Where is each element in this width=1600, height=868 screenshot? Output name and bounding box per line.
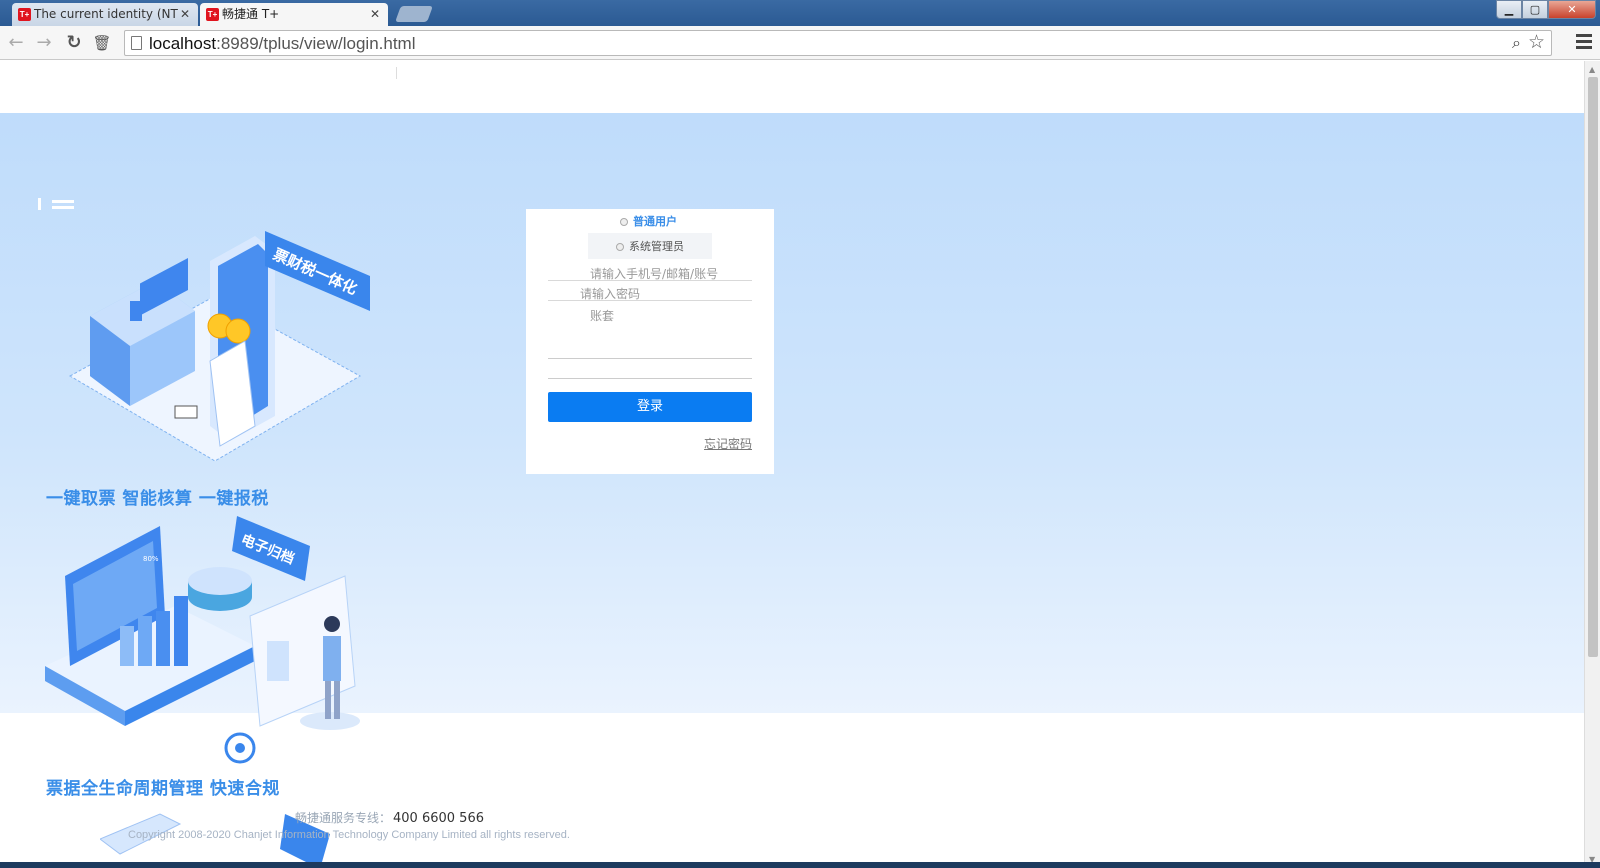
account-input[interactable]: 请输入手机号/邮箱/账号 xyxy=(548,265,752,281)
tab-identity[interactable]: T+ The current identity (NT ✕ xyxy=(12,3,198,26)
tab-tplus[interactable]: T+ 畅捷通 T+ ✕ xyxy=(200,3,388,26)
account-book-select[interactable]: 账套 xyxy=(548,307,752,359)
role-admin-radio[interactable]: 系统管理员 xyxy=(588,233,712,259)
address-bar[interactable]: localhost:8989/tplus/view/login.html ⌕ ☆ xyxy=(124,30,1552,56)
login-card: 普通用户 系统管理员 请输入手机号/邮箱/账号 请输入密码 账套 登录 忘记密码 xyxy=(526,209,774,474)
footer-copyright: Copyright 2008-2020 Chanjet Information … xyxy=(128,829,570,841)
os-taskbar xyxy=(0,862,1600,868)
menu-icon[interactable] xyxy=(1576,34,1592,52)
hotline-number: 400 6600 566 xyxy=(393,811,484,826)
bookmark-star-icon[interactable]: ☆ xyxy=(1528,31,1545,53)
chart-percent-label: 80% xyxy=(143,555,159,563)
radio-icon[interactable] xyxy=(620,218,628,226)
chanjet-logo xyxy=(38,198,74,210)
password-input[interactable]: 请输入密码 xyxy=(548,285,752,301)
tplus-favicon-icon: T+ xyxy=(206,8,219,21)
search-icon[interactable]: ⌕ xyxy=(1512,33,1521,53)
scrollbar-thumb[interactable] xyxy=(1588,77,1598,657)
reload-icon[interactable]: ↻ xyxy=(62,31,86,55)
header-divider xyxy=(396,67,397,79)
slogan-two: 票据全生命周期管理 快速合规 xyxy=(46,779,280,799)
tab-title: 畅捷通 T+ xyxy=(222,7,280,21)
tab-close-icon[interactable]: ✕ xyxy=(180,3,190,25)
role-user-radio[interactable]: 普通用户 xyxy=(620,213,677,229)
invoice-tax-illustration: 票财税一体化 xyxy=(68,231,370,462)
maximize-button[interactable]: ▢ xyxy=(1522,0,1548,19)
login-button[interactable]: 登录 xyxy=(548,392,752,422)
footer-hotline: 畅捷通服务专线： 400 6600 566 xyxy=(295,809,484,826)
extra-input[interactable] xyxy=(548,365,752,379)
minimize-button[interactable]: ▁ xyxy=(1496,0,1522,19)
archive-illustration: 电子归档 80% xyxy=(45,516,360,764)
forgot-password-link[interactable]: 忘记密码 xyxy=(704,435,752,452)
url-text[interactable]: localhost:8989/tplus/view/login.html xyxy=(149,33,416,55)
vertical-scrollbar[interactable]: ▲ ▼ xyxy=(1584,61,1600,868)
radio-icon[interactable] xyxy=(616,243,624,251)
browser-toolbar: ← → ↻ 🗑 localhost:8989/tplus/view/login.… xyxy=(0,26,1600,60)
slogan-one: 一键取票 智能核算 一键报税 xyxy=(46,489,269,509)
browser-titlebar: T+ The current identity (NT ✕ T+ 畅捷通 T+ … xyxy=(0,0,1600,26)
trash-icon[interactable]: 🗑 xyxy=(90,31,114,55)
hotline-label: 畅捷通服务专线： xyxy=(295,811,392,825)
forward-arrow-icon[interactable]: → xyxy=(32,31,56,55)
page-icon xyxy=(131,36,142,50)
role-admin-label: 系统管理员 xyxy=(629,240,684,253)
tab-close-icon[interactable]: ✕ xyxy=(370,3,380,25)
page-header xyxy=(0,61,1584,113)
back-arrow-icon[interactable]: ← xyxy=(4,31,28,55)
page-viewport: 票财税一体化 一键取票 智能核算 一键报税 电子归档 80% 票据全生命周期管理… xyxy=(0,61,1584,868)
new-tab-button[interactable] xyxy=(395,6,433,22)
role-user-label: 普通用户 xyxy=(633,215,677,228)
tab-title: The current identity (NT xyxy=(34,7,178,21)
tplus-favicon-icon: T+ xyxy=(18,8,31,21)
scroll-up-icon[interactable]: ▲ xyxy=(1589,65,1595,74)
close-window-button[interactable]: ✕ xyxy=(1548,0,1596,19)
